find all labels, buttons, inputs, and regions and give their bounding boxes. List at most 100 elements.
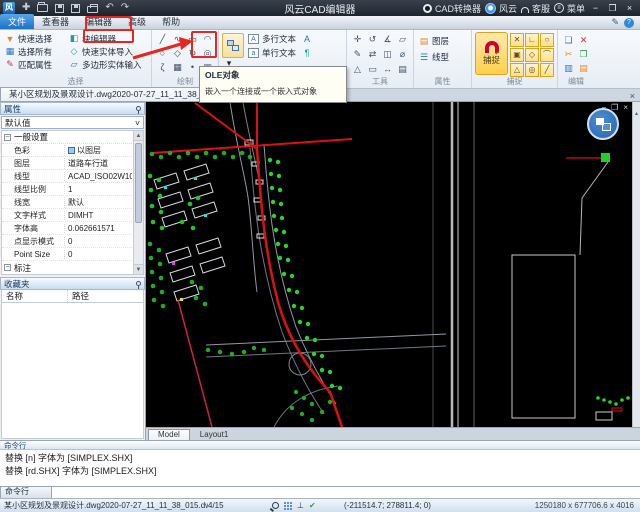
- favorites-col-path[interactable]: 路径: [68, 290, 89, 302]
- property-scrollbar[interactable]: ▲ ▼: [133, 131, 143, 274]
- section-dimension[interactable]: − 标注: [2, 261, 132, 274]
- maximize-button[interactable]: ❐: [606, 3, 619, 14]
- paste-special-icon[interactable]: ▤: [576, 61, 591, 75]
- ellipse-icon[interactable]: ◇: [170, 46, 185, 60]
- circle-icon[interactable]: ○: [155, 46, 170, 60]
- cad-converter-button[interactable]: CAD转换器: [422, 2, 481, 15]
- favorites-list[interactable]: [1, 303, 144, 439]
- scroll-up-icon[interactable]: ▲: [134, 131, 143, 141]
- stretch-tool-icon[interactable]: ↔: [380, 62, 395, 77]
- stext-button[interactable]: a 单行文本: [246, 46, 298, 60]
- donut-icon[interactable]: ◎: [200, 46, 215, 60]
- point-icon[interactable]: •: [185, 60, 200, 74]
- grid-status-icon[interactable]: [284, 501, 292, 510]
- drawing-canvas[interactable]: − ❐ × ▴ Model Layout1: [146, 102, 640, 440]
- quick-entity-import-button[interactable]: ◇ 快速实体导入: [67, 45, 144, 58]
- prop-row-layer[interactable]: 图层 道路车行道: [2, 157, 132, 170]
- pin-icon[interactable]: [136, 281, 141, 289]
- tab-viewer[interactable]: 查看器: [34, 14, 77, 29]
- snap-midpoint-icon[interactable]: ◇: [525, 48, 539, 62]
- fengyun-button[interactable]: 风云: [484, 2, 517, 15]
- minimize-button[interactable]: −: [589, 3, 602, 13]
- snap-endpoint-icon[interactable]: ▣: [510, 48, 524, 62]
- select-all-button[interactable]: ▦ 选择所有: [3, 45, 65, 58]
- block-editor-button[interactable]: ◧ 块编辑器: [67, 32, 144, 45]
- layer-button[interactable]: ▤ 图层: [417, 34, 451, 48]
- spline-icon[interactable]: ζ: [155, 60, 170, 74]
- swap-tool-icon[interactable]: ⇄: [365, 47, 380, 62]
- preset-dropdown[interactable]: 默认值 ˅: [1, 116, 144, 129]
- collapse-arrow-icon[interactable]: ▴: [635, 111, 638, 117]
- text-extra-button[interactable]: ¶: [300, 46, 314, 60]
- prop-row-linetype[interactable]: 线型 ACAD_ISO02W100: [2, 170, 132, 183]
- tab-layout1[interactable]: Layout1: [191, 430, 237, 440]
- pin-icon[interactable]: [136, 106, 141, 114]
- tab-file[interactable]: 文件: [0, 14, 35, 29]
- tab-help[interactable]: 帮助: [154, 14, 188, 29]
- pen-dropdown-icon[interactable]: ✎: [611, 17, 619, 28]
- close-button[interactable]: ×: [623, 3, 636, 13]
- print-icon[interactable]: [87, 3, 99, 13]
- rotate-tool-icon[interactable]: ↺: [365, 32, 380, 47]
- box-tool-icon[interactable]: ▭: [365, 62, 380, 77]
- prop-row-pointsize[interactable]: Point Size 0: [2, 248, 132, 261]
- cut-icon[interactable]: ✂: [561, 47, 576, 61]
- revcloud-icon[interactable]: ↻: [185, 46, 200, 60]
- match-properties-button[interactable]: ✎ 匹配属性: [3, 58, 65, 71]
- save-as-icon[interactable]: [71, 3, 81, 13]
- snap-center-icon[interactable]: ○: [540, 33, 554, 47]
- snap-tangent-icon[interactable]: ⌒: [540, 48, 554, 62]
- properties-panel-header[interactable]: 属性: [0, 102, 145, 115]
- mtext-button[interactable]: A 多行文本: [246, 32, 298, 46]
- favorites-panel-header[interactable]: 收藏夹: [0, 277, 145, 290]
- help-icon[interactable]: ?: [624, 17, 634, 28]
- support-button[interactable]: 客服: [520, 2, 550, 15]
- snap-quadrant-icon[interactable]: ◎: [525, 63, 539, 77]
- new-file-icon[interactable]: ✚: [22, 2, 30, 14]
- tab-editor[interactable]: 编辑器: [77, 14, 120, 29]
- prop-row-lineweight[interactable]: 线宽 默认: [2, 196, 132, 209]
- navigation-compass-button[interactable]: [587, 108, 619, 140]
- copy-icon[interactable]: ❏: [561, 33, 576, 47]
- document-close-icon[interactable]: ×: [625, 91, 640, 101]
- rectangle-icon[interactable]: ▭: [185, 32, 200, 46]
- prop-row-textstyle[interactable]: 文字样式 DIMHT: [2, 209, 132, 222]
- prop-row-color[interactable]: 色彩 以图层: [2, 144, 132, 157]
- command-history[interactable]: 替换 [n] 字体为 [SIMPLEX.SHX] 替换 [rd.SHX] 字体为…: [0, 450, 640, 486]
- tab-model[interactable]: Model: [148, 429, 190, 440]
- line-icon[interactable]: ╱: [155, 32, 170, 46]
- snap-nearest-icon[interactable]: ╱: [540, 63, 554, 77]
- hatch-icon[interactable]: ▦: [170, 60, 185, 74]
- skew-tool-icon[interactable]: ▱: [395, 32, 410, 47]
- diameter-tool-icon[interactable]: ⌀: [395, 47, 410, 62]
- snap-toggle-button[interactable]: 捕捉: [475, 32, 508, 75]
- canvas-close-icon[interactable]: ×: [623, 103, 628, 112]
- open-file-icon[interactable]: [37, 2, 49, 12]
- prop-row-textheight[interactable]: 字体高 0.062661571: [2, 222, 132, 235]
- favorites-col-name[interactable]: 名称: [2, 290, 68, 302]
- undo-icon[interactable]: ↶: [105, 2, 113, 14]
- section-general[interactable]: − 一般设置: [2, 131, 132, 144]
- save-icon[interactable]: [55, 3, 65, 13]
- delete-icon[interactable]: ✕: [576, 33, 591, 47]
- canvas-restore-icon[interactable]: ❐: [611, 103, 618, 112]
- right-collapse-strip[interactable]: ▴: [632, 102, 640, 427]
- command-input[interactable]: [52, 486, 640, 498]
- quick-select-button[interactable]: ▼ 快速选择: [3, 32, 65, 45]
- ole-object-button[interactable]: [222, 33, 244, 58]
- snap-perpendicular-icon[interactable]: ∟: [525, 33, 539, 47]
- draft-status-icon[interactable]: ✔: [309, 501, 316, 510]
- scrollbar-thumb[interactable]: [135, 143, 142, 223]
- polyline-icon[interactable]: ∿: [170, 32, 185, 46]
- command-prompt-label[interactable]: 命令行: [0, 486, 52, 498]
- tab-advanced[interactable]: 高级: [120, 14, 154, 29]
- menu-button[interactable]: ≡ 菜单: [553, 2, 585, 15]
- move-tool-icon[interactable]: ✛: [350, 32, 365, 47]
- snap-intersection-icon[interactable]: ✕: [510, 33, 524, 47]
- canvas-minimize-icon[interactable]: −: [601, 103, 606, 112]
- polygon-entity-input-button[interactable]: ▱ 多边形实体输入: [67, 58, 144, 71]
- prop-row-ltscale[interactable]: 线型比例 1: [2, 183, 132, 196]
- scroll-down-icon[interactable]: ▼: [134, 264, 143, 274]
- command-line-header[interactable]: 命令行: [0, 440, 640, 450]
- text-style-button[interactable]: A: [300, 32, 314, 46]
